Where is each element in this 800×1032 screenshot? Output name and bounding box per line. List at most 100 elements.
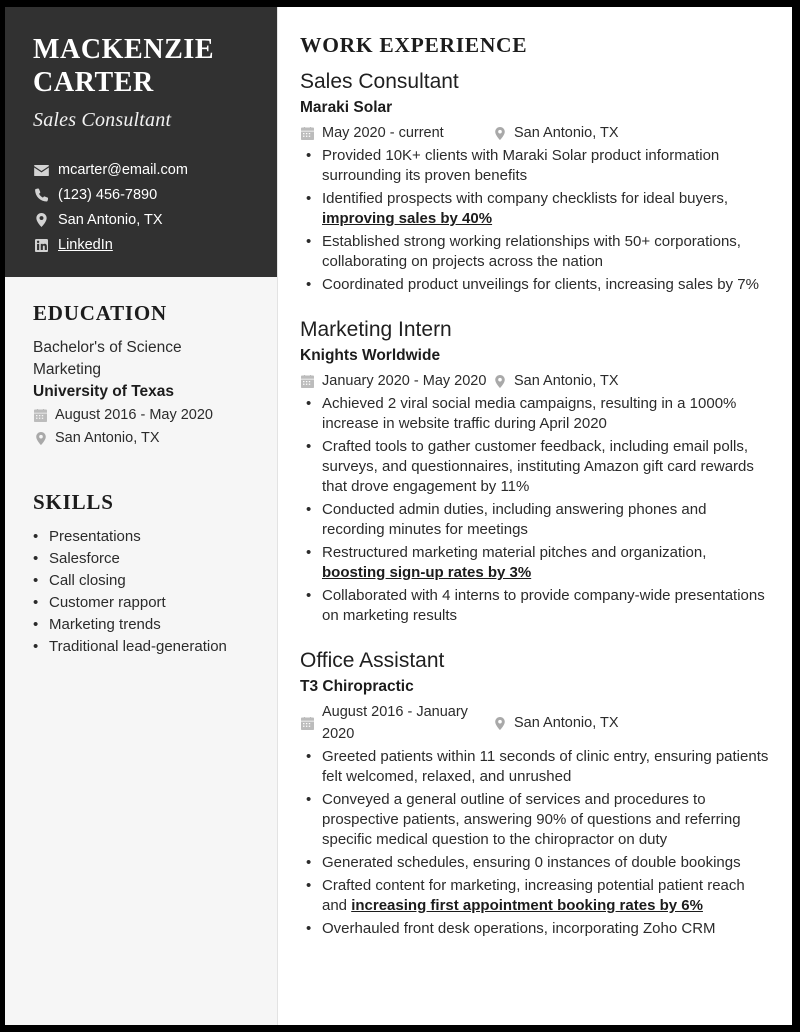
- bullet-glyph: •: [33, 572, 39, 589]
- job-bullet: • Crafted tools to gather customer feedba…: [300, 437, 770, 497]
- education-section: EDUCATION Bachelor's of Science Marketin…: [33, 301, 249, 449]
- calendar-icon: [300, 374, 315, 388]
- job-company: Maraki Solar: [300, 99, 393, 116]
- list-item: • Marketing trends: [33, 614, 249, 636]
- bullet-glyph: •: [306, 233, 312, 250]
- main-content: WORK EXPERIENCE Sales Consultant Maraki S…: [278, 7, 792, 1025]
- job-company: Knights Worldwide: [300, 347, 441, 364]
- job-bullets: • Provided 10K+ clients with Maraki Solar…: [300, 146, 770, 295]
- map-pin-icon: [33, 431, 48, 445]
- job-dates-text: August 2016 - January 2020: [322, 704, 468, 742]
- bullet-glyph: •: [306, 276, 312, 293]
- resume-page: MACKENZIE CARTER Sales Consultant mcarte…: [5, 7, 792, 1025]
- bullet-glyph: •: [33, 616, 39, 633]
- job-bullet-text: Achieved 2 viral social media campaigns,…: [322, 395, 737, 432]
- skill-label: Customer rapport: [49, 594, 166, 611]
- job-bullet-text: Conveyed a general outline of services a…: [322, 791, 741, 848]
- work-experience-heading: WORK EXPERIENCE: [300, 33, 528, 57]
- job-company: T3 Chiropractic: [300, 678, 414, 695]
- job-dates-text: January 2020 - May 2020: [322, 373, 487, 389]
- job-bullet: • Provided 10K+ clients with Maraki Solar…: [300, 146, 770, 186]
- job-bullet-text: Collaborated with 4 interns to provide c…: [322, 587, 765, 624]
- bullet-glyph: •: [306, 920, 312, 937]
- job-role: Sales Consultant: [300, 70, 459, 93]
- job-bullet: • Greeted patients within 11 seconds of c…: [300, 747, 770, 787]
- contact-location-text: San Antonio, TX: [58, 212, 163, 228]
- bullet-glyph: •: [306, 438, 312, 455]
- education-location-row: San Antonio, TX: [33, 427, 249, 449]
- envelope-icon: [33, 164, 50, 176]
- job-meta: January 2020 - May 2020 San Antonio, TX: [300, 370, 770, 392]
- name-first: MACKENZIE: [33, 34, 215, 65]
- contact-linkedin-text[interactable]: LinkedIn: [58, 234, 113, 256]
- bullet-glyph: •: [33, 550, 39, 567]
- job-bullet-text: Crafted tools to gather customer feedbac…: [322, 438, 754, 495]
- work-experience-entry: Sales Consultant Maraki Solar May 2020 - c…: [300, 68, 770, 295]
- phone-icon: [33, 188, 50, 202]
- job-location-text: San Antonio, TX: [514, 125, 619, 141]
- contact-email-text: mcarter@email.com: [58, 162, 188, 178]
- bullet-glyph: •: [306, 854, 312, 871]
- skill-label: Marketing trends: [49, 616, 161, 633]
- sidebar-body: EDUCATION Bachelor's of Science Marketin…: [5, 277, 277, 658]
- education-location-text: San Antonio, TX: [55, 430, 160, 446]
- job-bullet-text: Conducted admin duties, including answer…: [322, 501, 707, 538]
- job-bullet-text: Generated schedules, ensuring 0 instance…: [322, 854, 741, 871]
- job-bullets: • Greeted patients within 11 seconds of c…: [300, 747, 770, 939]
- job-bullet: • Crafted content for marketing, increasi…: [300, 876, 770, 916]
- education-major: Marketing: [33, 361, 102, 378]
- job-bullet: • Collaborated with 4 interns to provide …: [300, 586, 770, 626]
- contact-item-location: San Antonio, TX: [33, 209, 249, 231]
- job-location-text: San Antonio, TX: [514, 373, 619, 389]
- skill-label: Call closing: [49, 572, 126, 589]
- job-bullets: • Achieved 2 viral social media campaigns…: [300, 394, 770, 626]
- job-dates-row: August 2016 - January 2020: [300, 701, 492, 745]
- contact-item-linkedin[interactable]: LinkedIn: [33, 234, 249, 256]
- bullet-glyph: •: [306, 877, 312, 894]
- job-location-row: San Antonio, TX: [492, 370, 619, 392]
- job-location-row: San Antonio, TX: [492, 122, 619, 144]
- bullet-glyph: •: [306, 748, 312, 765]
- job-role: Office Assistant: [300, 649, 445, 672]
- education-dates-text: August 2016 - May 2020: [55, 407, 213, 423]
- job-location-text: San Antonio, TX: [514, 715, 619, 731]
- name-last: CARTER: [33, 67, 154, 98]
- contact-item-phone[interactable]: (123) 456-7890: [33, 184, 249, 206]
- job-dates-row: January 2020 - May 2020: [300, 370, 492, 392]
- bullet-glyph: •: [306, 190, 312, 207]
- work-experience-list: Sales Consultant Maraki Solar May 2020 - c…: [300, 68, 770, 939]
- list-item: • Presentations: [33, 526, 249, 548]
- job-bullet: • Established strong working relationship…: [300, 232, 770, 272]
- contact-item-email[interactable]: mcarter@email.com: [33, 159, 249, 181]
- education-dates-row: August 2016 - May 2020: [33, 404, 249, 426]
- job-role: Marketing Intern: [300, 318, 452, 341]
- job-bullet: • Overhauled front desk operations, incor…: [300, 919, 770, 939]
- skill-label: Presentations: [49, 528, 141, 545]
- job-bullet: • Identified prospects with company check…: [300, 189, 770, 229]
- list-item: • Call closing: [33, 570, 249, 592]
- bullet-glyph: •: [306, 587, 312, 604]
- job-bullet-text: Restructured marketing material pitches …: [322, 544, 707, 581]
- calendar-icon: [300, 126, 315, 140]
- job-bullet: • Conveyed a general outline of services …: [300, 790, 770, 850]
- contact-phone-text: (123) 456-7890: [58, 187, 158, 203]
- education-degree: Bachelor's of Science: [33, 339, 182, 356]
- linkedin-icon: [33, 238, 50, 252]
- job-dates-row: May 2020 - current: [300, 122, 492, 144]
- map-pin-icon: [492, 374, 507, 388]
- job-bullet-text: Established strong working relationships…: [322, 233, 741, 270]
- list-item: • Traditional lead-generation: [33, 636, 249, 658]
- job-bullet: • Conducted admin duties, including answe…: [300, 500, 770, 540]
- bullet-glyph: •: [33, 594, 39, 611]
- map-pin-icon: [492, 716, 507, 730]
- map-pin-icon: [492, 126, 507, 140]
- job-bullet: • Achieved 2 viral social media campaigns…: [300, 394, 770, 434]
- job-location-row: San Antonio, TX: [492, 712, 619, 734]
- job-bullet-text: Crafted content for marketing, increasin…: [322, 877, 745, 914]
- job-bullet: • Generated schedules, ensuring 0 instanc…: [300, 853, 770, 873]
- sidebar: MACKENZIE CARTER Sales Consultant mcarte…: [5, 7, 278, 1025]
- job-bullet-text: Overhauled front desk operations, incorp…: [322, 920, 716, 937]
- calendar-icon: [33, 408, 48, 422]
- job-bullet: • Restructured marketing material pitches…: [300, 543, 770, 583]
- education-school: University of Texas: [33, 383, 174, 400]
